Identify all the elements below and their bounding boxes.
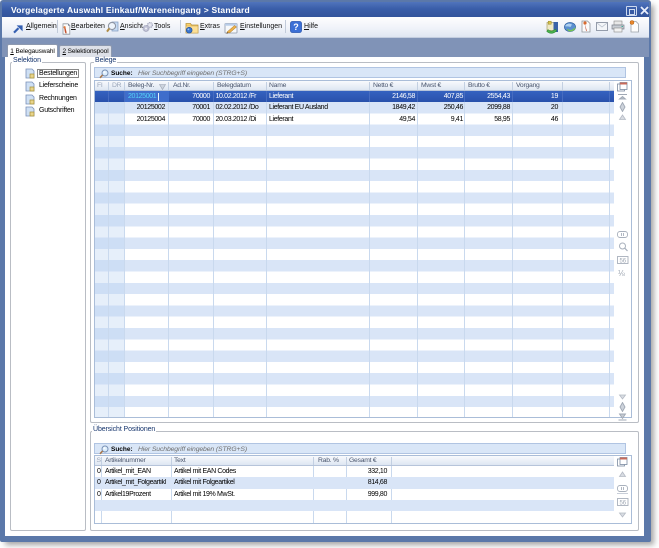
svg-text:?: ?	[293, 22, 299, 32]
svg-text:56: 56	[619, 500, 626, 506]
svg-text:56: 56	[619, 258, 626, 264]
